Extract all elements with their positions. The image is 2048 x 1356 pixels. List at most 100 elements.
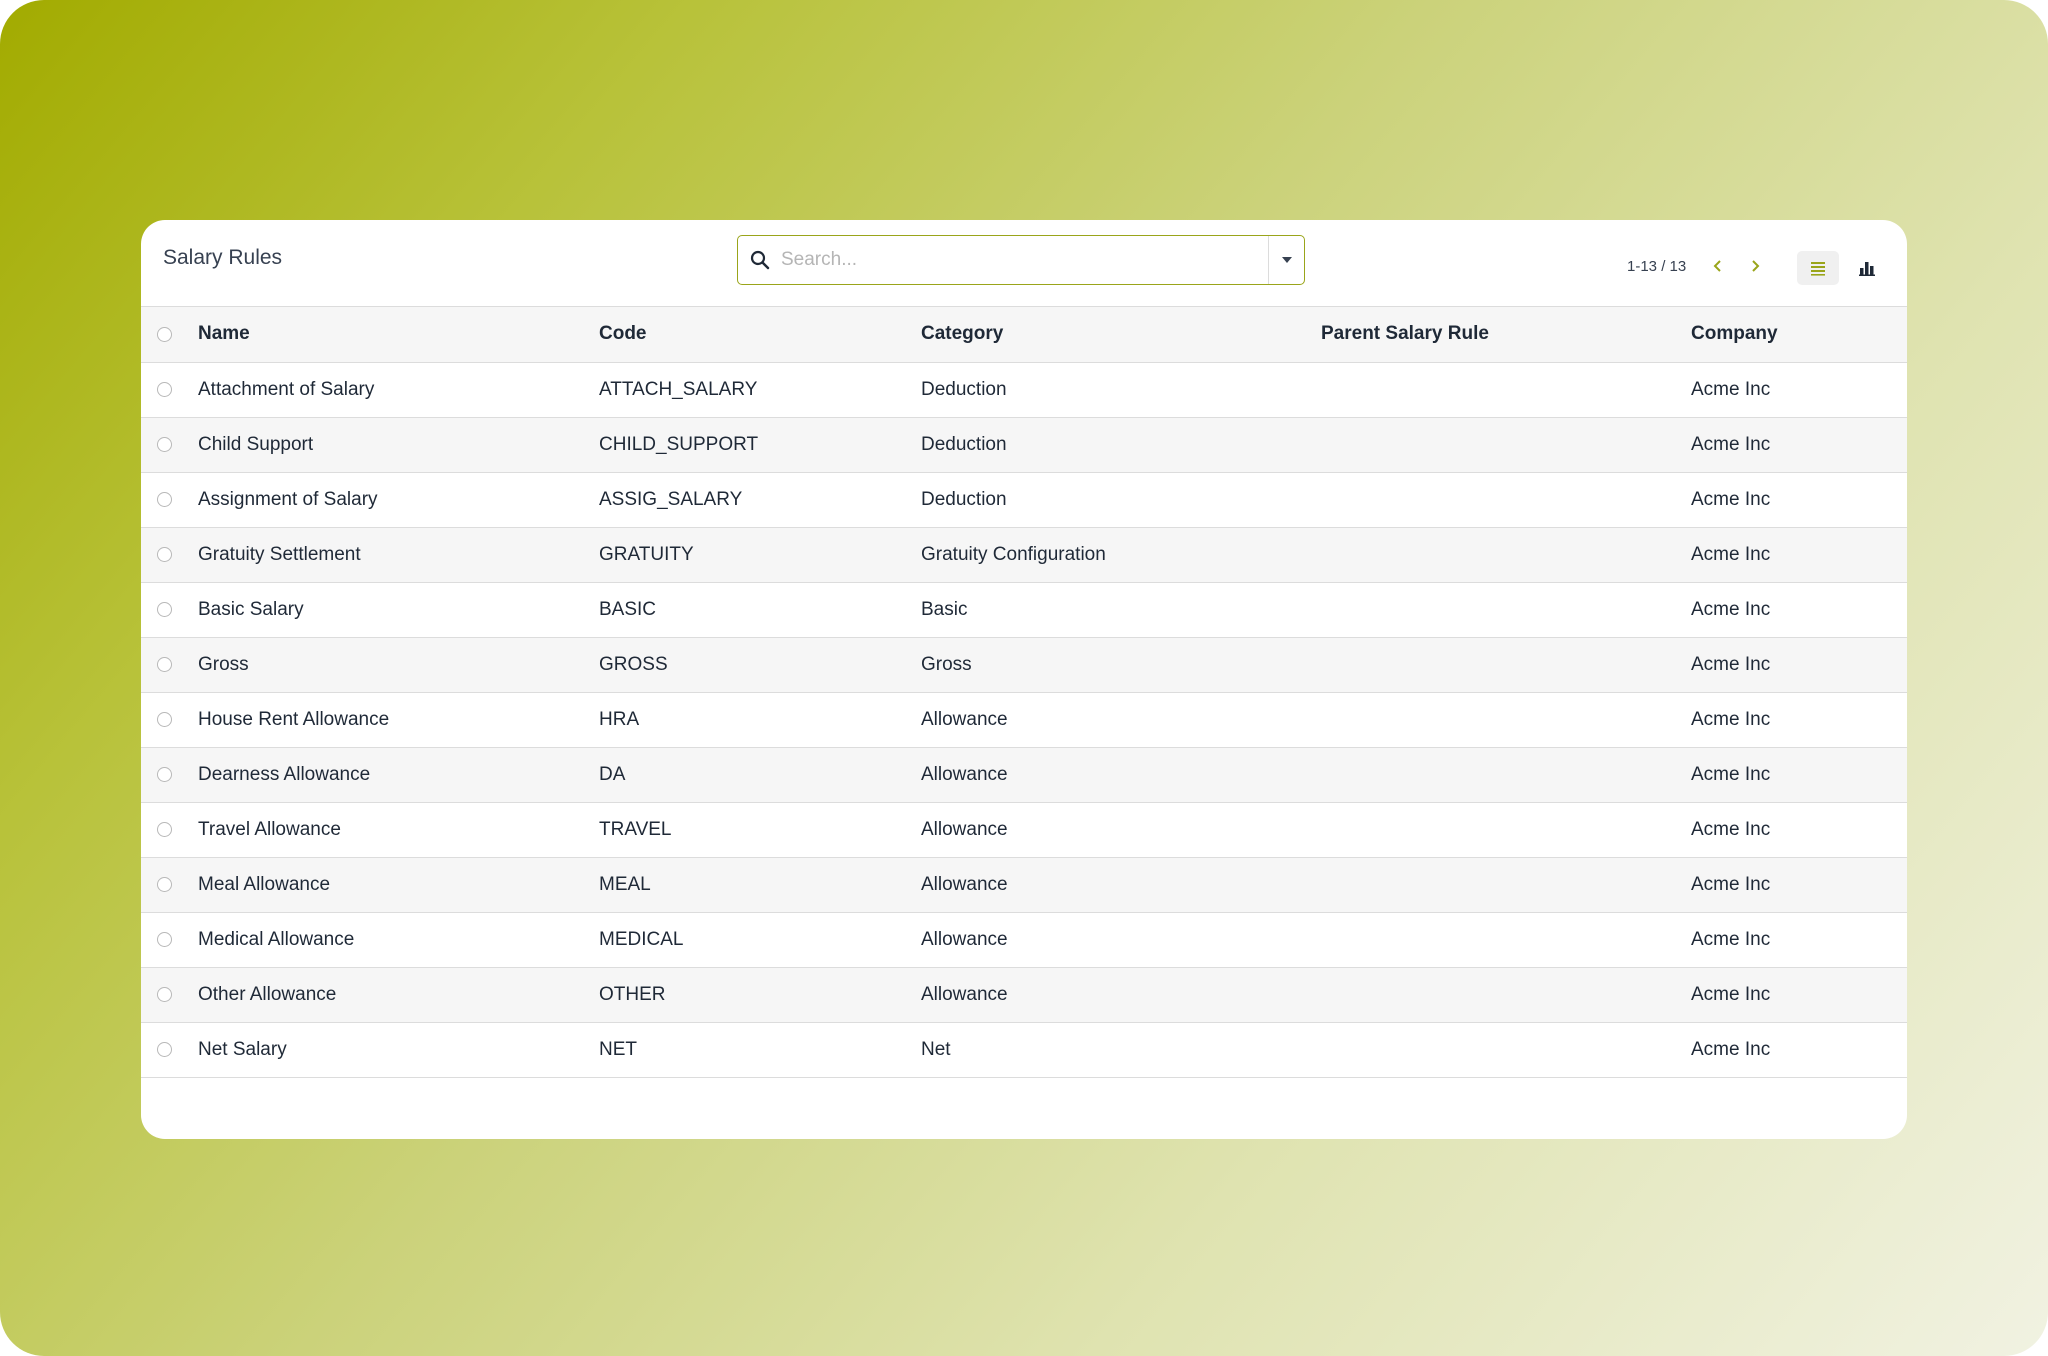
cell-company: Acme Inc (1691, 763, 1771, 785)
cell-name: Medical Allowance (198, 928, 355, 950)
select-all-cell[interactable] (141, 307, 198, 362)
cell-code: TRAVEL (599, 818, 672, 840)
cell-name: Basic Salary (198, 598, 304, 620)
pager-value[interactable]: 1-13 / 13 (1627, 258, 1686, 275)
search-icon (749, 249, 771, 271)
table-header-row: Name Code Category Parent Salary Rule Co… (141, 307, 1907, 362)
table-row[interactable]: Gratuity Settlement GRATUITY Gratuity Co… (141, 527, 1907, 582)
table-row[interactable]: Other Allowance OTHER Allowance Acme Inc (141, 967, 1907, 1022)
cell-code: CHILD_SUPPORT (599, 433, 759, 455)
row-checkbox[interactable] (157, 932, 172, 947)
row-checkbox[interactable] (157, 1042, 172, 1057)
cell-company: Acme Inc (1691, 488, 1771, 510)
row-select-cell[interactable] (141, 967, 198, 1022)
bar-chart-icon (1859, 262, 1875, 276)
table-row[interactable]: House Rent Allowance HRA Allowance Acme … (141, 692, 1907, 747)
row-select-cell[interactable] (141, 692, 198, 747)
row-checkbox[interactable] (157, 877, 172, 892)
row-checkbox[interactable] (157, 822, 172, 837)
table-row[interactable]: Child Support CHILD_SUPPORT Deduction Ac… (141, 417, 1907, 472)
table-row[interactable]: Meal Allowance MEAL Allowance Acme Inc (141, 857, 1907, 912)
row-checkbox[interactable] (157, 657, 172, 672)
cell-category: Basic (921, 598, 968, 620)
search-options-toggle[interactable] (1268, 236, 1304, 284)
row-select-cell[interactable] (141, 802, 198, 857)
cell-company: Acme Inc (1691, 433, 1771, 455)
pager-previous-button[interactable] (1709, 257, 1727, 275)
select-all-checkbox[interactable] (157, 326, 172, 342)
page-title: Salary Rules (163, 246, 283, 269)
table-row[interactable]: Basic Salary BASIC Basic Acme Inc (141, 582, 1907, 637)
row-select-cell[interactable] (141, 472, 198, 527)
search-bar[interactable] (737, 235, 1305, 285)
cell-category: Gratuity Configuration (921, 543, 1106, 565)
row-checkbox[interactable] (157, 382, 172, 397)
column-header-code[interactable]: Code (599, 307, 921, 362)
column-header-company[interactable]: Company (1691, 307, 1907, 362)
row-select-cell[interactable] (141, 1022, 198, 1077)
row-checkbox[interactable] (157, 602, 172, 617)
cell-code: GRATUITY (599, 543, 694, 565)
cell-parent (1321, 857, 1691, 912)
cell-category: Gross (921, 653, 972, 675)
cell-category: Allowance (921, 763, 1008, 785)
cell-code: ASSIG_SALARY (599, 488, 743, 510)
row-checkbox[interactable] (157, 492, 172, 507)
cell-name: Assignment of Salary (198, 488, 378, 510)
cell-company: Acme Inc (1691, 928, 1771, 950)
cell-parent (1321, 802, 1691, 857)
cell-company: Acme Inc (1691, 378, 1771, 400)
table-row[interactable]: Medical Allowance MEDICAL Allowance Acme… (141, 912, 1907, 967)
column-header-parent-salary-rule[interactable]: Parent Salary Rule (1321, 307, 1691, 362)
table-row[interactable]: Gross GROSS Gross Acme Inc (141, 637, 1907, 692)
cell-company: Acme Inc (1691, 983, 1771, 1005)
cell-company: Acme Inc (1691, 873, 1771, 895)
cell-parent (1321, 747, 1691, 802)
search-input[interactable] (781, 246, 1251, 274)
row-select-cell[interactable] (141, 362, 198, 417)
row-select-cell[interactable] (141, 637, 198, 692)
row-checkbox[interactable] (157, 987, 172, 1002)
cell-category: Allowance (921, 708, 1008, 730)
cell-company: Acme Inc (1691, 543, 1771, 565)
cell-category: Allowance (921, 928, 1008, 950)
row-select-cell[interactable] (141, 582, 198, 637)
row-checkbox[interactable] (157, 712, 172, 727)
cell-category: Deduction (921, 433, 1007, 455)
row-checkbox[interactable] (157, 547, 172, 562)
cell-parent (1321, 472, 1691, 527)
list-view-button[interactable] (1797, 251, 1839, 285)
cell-code: ATTACH_SALARY (599, 378, 758, 400)
table-row[interactable]: Attachment of Salary ATTACH_SALARY Deduc… (141, 362, 1907, 417)
table-row[interactable]: Net Salary NET Net Acme Inc (141, 1022, 1907, 1077)
cell-parent (1321, 582, 1691, 637)
cell-parent (1321, 362, 1691, 417)
list-view-panel: Salary Rules 1-13 / 13 (141, 220, 1907, 1139)
cell-parent (1321, 637, 1691, 692)
chevron-left-icon (1713, 260, 1721, 272)
cell-code: DA (599, 763, 626, 785)
row-select-cell[interactable] (141, 912, 198, 967)
column-header-name[interactable]: Name (198, 307, 599, 362)
row-select-cell[interactable] (141, 417, 198, 472)
row-select-cell[interactable] (141, 527, 198, 582)
row-checkbox[interactable] (157, 767, 172, 782)
cell-name: Attachment of Salary (198, 378, 375, 400)
cell-company: Acme Inc (1691, 653, 1771, 675)
cell-parent (1321, 417, 1691, 472)
table-row[interactable]: Dearness Allowance DA Allowance Acme Inc (141, 747, 1907, 802)
graph-view-button[interactable] (1849, 251, 1883, 285)
cell-name: Net Salary (198, 1038, 287, 1060)
cell-category: Net (921, 1038, 951, 1060)
cell-parent (1321, 527, 1691, 582)
control-panel: Salary Rules 1-13 / 13 (141, 220, 1907, 307)
row-select-cell[interactable] (141, 747, 198, 802)
salary-rules-table: Name Code Category Parent Salary Rule Co… (141, 307, 1907, 1078)
pager-next-button[interactable] (1746, 257, 1764, 275)
column-header-category[interactable]: Category (921, 307, 1321, 362)
row-select-cell[interactable] (141, 857, 198, 912)
table-row[interactable]: Travel Allowance TRAVEL Allowance Acme I… (141, 802, 1907, 857)
list-view-icon (1811, 262, 1825, 276)
table-row[interactable]: Assignment of Salary ASSIG_SALARY Deduct… (141, 472, 1907, 527)
row-checkbox[interactable] (157, 437, 172, 452)
